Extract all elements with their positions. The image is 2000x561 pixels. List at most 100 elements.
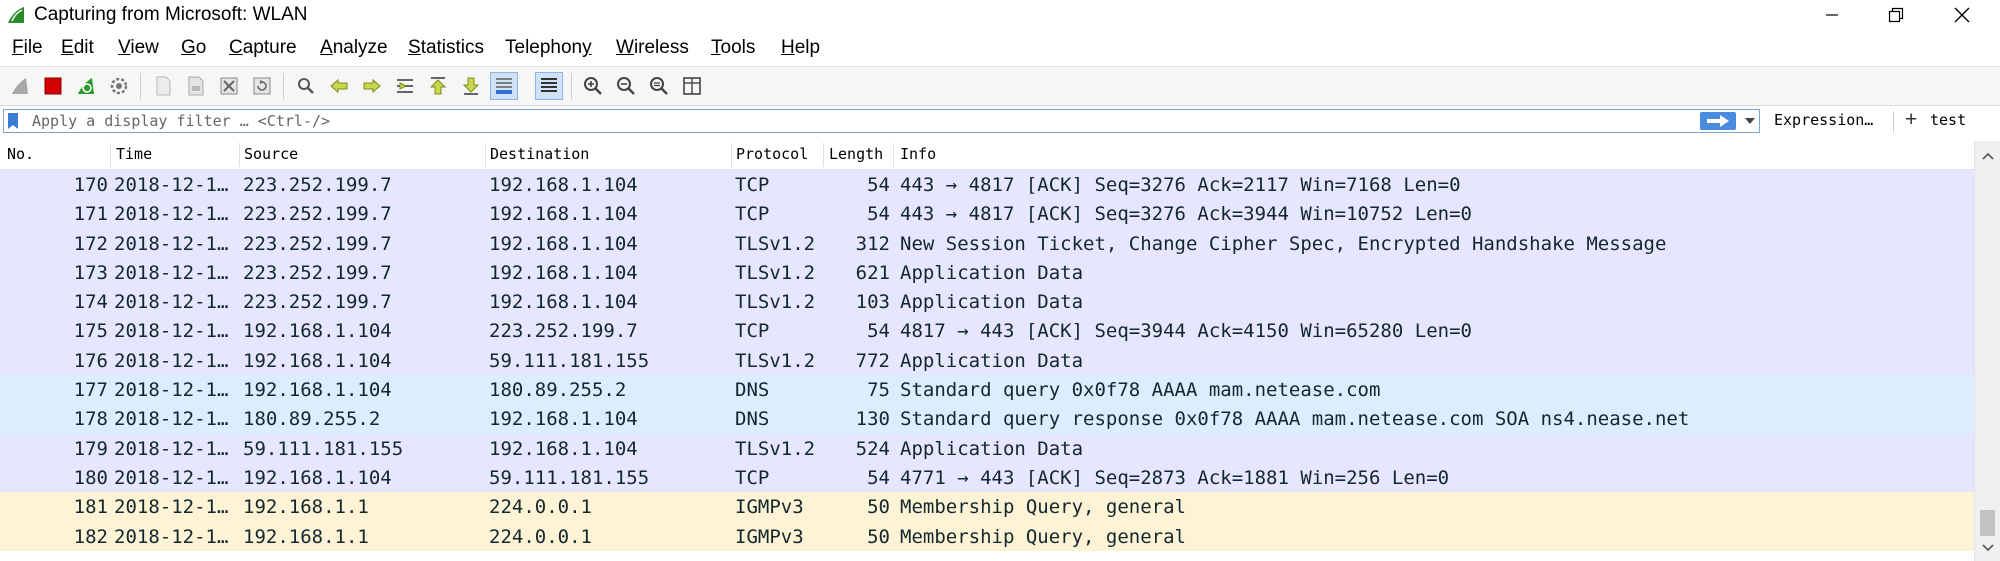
go-back-button[interactable] bbox=[325, 72, 353, 100]
colorize-button[interactable] bbox=[535, 72, 563, 100]
packet-protocol: TLSv1.2 bbox=[735, 437, 816, 460]
close-file-button[interactable] bbox=[215, 72, 243, 100]
packet-info: 443 → 4817 [ACK] Seq=3276 Ack=2117 Win=7… bbox=[900, 174, 1461, 196]
packet-length: 772 bbox=[855, 349, 890, 372]
column-header-source[interactable]: Source bbox=[244, 145, 298, 163]
filter-button-test[interactable]: test bbox=[1930, 111, 1966, 129]
column-divider[interactable] bbox=[110, 143, 111, 167]
go-to-packet-button[interactable] bbox=[391, 72, 419, 100]
packet-time: 2018-12-1… bbox=[114, 349, 229, 372]
menu-file[interactable]: File bbox=[12, 37, 43, 59]
packet-row[interactable]: 172 2018-12-1… 223.252.199.7 192.168.1.1… bbox=[0, 228, 1974, 258]
menu-analyze[interactable]: Analyze bbox=[320, 37, 388, 59]
zoom-reset-icon bbox=[650, 77, 668, 95]
packet-row[interactable]: 181 2018-12-1… 192.168.1.1 224.0.0.1 IGM… bbox=[0, 492, 1974, 522]
wireshark-fin-icon bbox=[8, 7, 24, 23]
display-filter-input[interactable] bbox=[32, 110, 1682, 132]
packet-no: 174 bbox=[73, 291, 108, 314]
display-filter-field bbox=[3, 109, 1760, 133]
reload-icon bbox=[253, 77, 271, 95]
minimize-icon bbox=[1826, 14, 1838, 16]
open-file-button[interactable] bbox=[149, 72, 177, 100]
add-filter-button[interactable]: + bbox=[1905, 108, 1917, 132]
expression-button[interactable]: Expression… bbox=[1774, 111, 1873, 129]
menu-file-mnemonic: F bbox=[12, 37, 24, 58]
column-header-protocol[interactable]: Protocol bbox=[736, 145, 808, 163]
packet-row[interactable]: 176 2018-12-1… 192.168.1.104 59.111.181.… bbox=[0, 345, 1974, 376]
column-divider[interactable] bbox=[731, 143, 732, 167]
scroll-down-button[interactable] bbox=[1975, 537, 2000, 559]
packet-time: 2018-12-1… bbox=[114, 291, 229, 314]
packet-length: 130 bbox=[855, 408, 890, 431]
menu-tools[interactable]: Tools bbox=[711, 37, 755, 59]
menu-capture-post: apture bbox=[242, 37, 297, 58]
menu-telephony[interactable]: Telephony bbox=[505, 37, 592, 59]
packet-row[interactable]: 173 2018-12-1… 223.252.199.7 192.168.1.1… bbox=[0, 257, 1974, 288]
column-header-destination[interactable]: Destination bbox=[490, 145, 589, 163]
packet-row[interactable]: 178 2018-12-1… 180.89.255.2 192.168.1.10… bbox=[0, 404, 1974, 434]
filter-separator bbox=[1893, 111, 1894, 133]
zoom-in-button[interactable] bbox=[579, 72, 607, 100]
packet-protocol: DNS bbox=[735, 408, 770, 431]
packet-row[interactable]: 179 2018-12-1… 59.111.181.155 192.168.1.… bbox=[0, 433, 1974, 463]
minimize-button[interactable] bbox=[1800, 0, 1864, 30]
scroll-up-button[interactable] bbox=[1975, 145, 2000, 167]
menu-telephony-pre: Telephon bbox=[505, 37, 583, 58]
capture-options-button[interactable] bbox=[105, 72, 133, 100]
packet-destination: 192.168.1.104 bbox=[489, 203, 638, 226]
packet-source: 192.168.1.104 bbox=[243, 379, 392, 402]
first-packet-button[interactable] bbox=[424, 72, 452, 100]
menu-go[interactable]: Go bbox=[181, 37, 206, 59]
column-header-length[interactable]: Length bbox=[829, 145, 883, 163]
recent-filters-dropdown[interactable] bbox=[1741, 112, 1759, 130]
restart-capture-button[interactable] bbox=[72, 72, 100, 100]
bookmark-icon[interactable] bbox=[6, 112, 20, 130]
normal-size-button[interactable] bbox=[645, 72, 673, 100]
close-icon bbox=[1954, 7, 1970, 23]
packet-row[interactable]: 177 2018-12-1… 192.168.1.104 180.89.255.… bbox=[0, 375, 1974, 405]
scroll-thumb[interactable] bbox=[1980, 510, 1995, 536]
packet-list-scrollbar[interactable] bbox=[1974, 141, 2000, 561]
apply-filter-button[interactable] bbox=[1700, 112, 1736, 130]
menu-view[interactable]: View bbox=[118, 37, 159, 59]
menu-edit-mnemonic: E bbox=[61, 37, 74, 58]
packet-row[interactable]: 182 2018-12-1… 192.168.1.1 224.0.0.1 IGM… bbox=[0, 521, 1974, 551]
packet-row[interactable]: 171 2018-12-1… 223.252.199.7 192.168.1.1… bbox=[0, 199, 1974, 229]
auto-scroll-button[interactable] bbox=[490, 72, 518, 100]
column-divider[interactable] bbox=[239, 143, 240, 167]
go-forward-button[interactable] bbox=[358, 72, 386, 100]
menu-edit[interactable]: Edit bbox=[61, 37, 94, 59]
column-header-info[interactable]: Info bbox=[900, 145, 936, 163]
column-divider[interactable] bbox=[823, 143, 824, 167]
packet-protocol: TCP bbox=[735, 174, 770, 196]
start-capture-button[interactable] bbox=[6, 72, 34, 100]
column-divider[interactable] bbox=[485, 143, 486, 167]
packet-source: 223.252.199.7 bbox=[243, 261, 392, 284]
menu-help[interactable]: Help bbox=[781, 37, 820, 59]
find-packet-button[interactable] bbox=[292, 72, 320, 100]
chevron-up-icon bbox=[1981, 152, 1994, 160]
packet-row[interactable]: 180 2018-12-1… 192.168.1.104 59.111.181.… bbox=[0, 462, 1974, 493]
column-divider[interactable] bbox=[893, 143, 894, 167]
packet-row[interactable]: 175 2018-12-1… 192.168.1.104 223.252.199… bbox=[0, 316, 1974, 346]
packet-info: Application Data bbox=[900, 261, 1084, 284]
resize-columns-button[interactable] bbox=[678, 72, 706, 100]
zoom-out-button[interactable] bbox=[612, 72, 640, 100]
reload-file-button[interactable] bbox=[248, 72, 276, 100]
save-file-button[interactable] bbox=[182, 72, 210, 100]
last-packet-button[interactable] bbox=[457, 72, 485, 100]
menu-statistics[interactable]: Statistics bbox=[408, 37, 484, 59]
packet-time: 2018-12-1… bbox=[114, 261, 229, 284]
menu-view-post: iew bbox=[130, 37, 159, 58]
zoom-in-icon bbox=[584, 77, 602, 95]
packet-source: 223.252.199.7 bbox=[243, 174, 392, 196]
column-header-no[interactable]: No. bbox=[7, 145, 34, 163]
restore-button[interactable] bbox=[1864, 0, 1928, 30]
column-header-time[interactable]: Time bbox=[116, 145, 152, 163]
packet-row[interactable]: 174 2018-12-1… 223.252.199.7 192.168.1.1… bbox=[0, 287, 1974, 317]
menu-wireless[interactable]: Wireless bbox=[616, 37, 689, 59]
packet-row[interactable]: 170 2018-12-1… 223.252.199.7 192.168.1.1… bbox=[0, 170, 1974, 200]
menu-capture[interactable]: Capture bbox=[229, 37, 297, 59]
close-button[interactable] bbox=[1930, 0, 1994, 30]
stop-capture-button[interactable] bbox=[39, 72, 67, 100]
